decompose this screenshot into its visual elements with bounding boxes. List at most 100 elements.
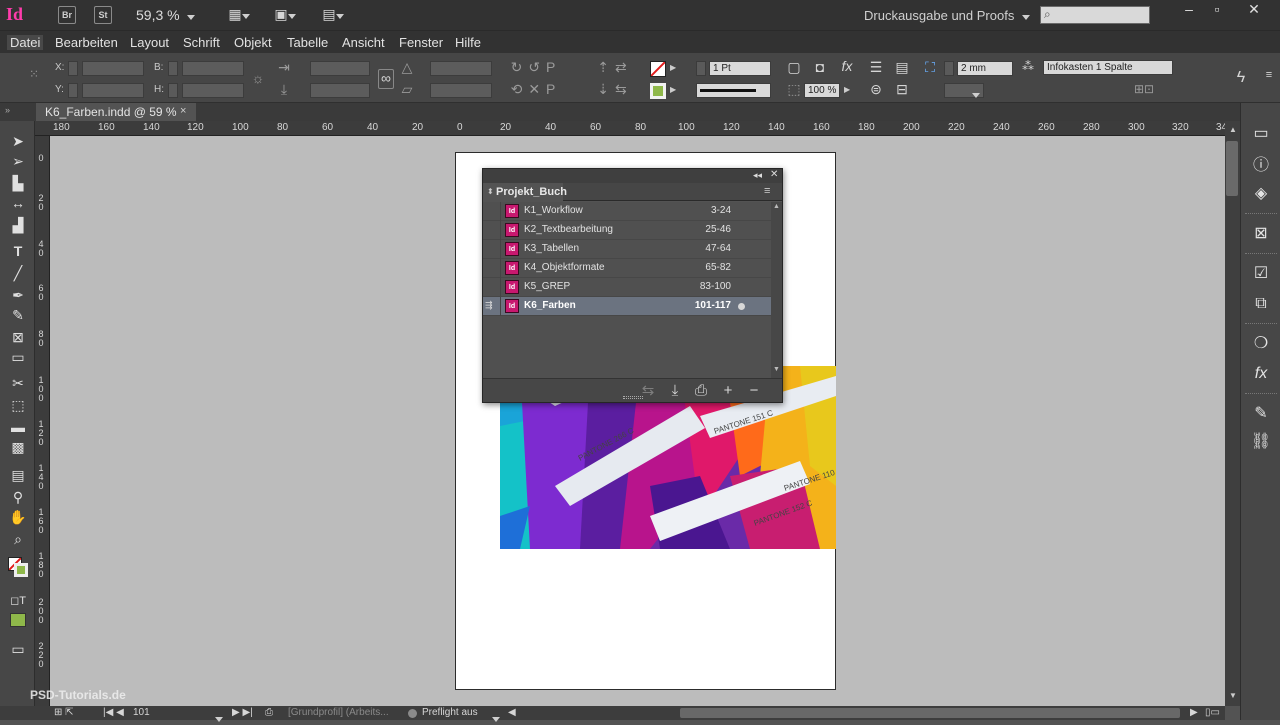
align-top-icon[interactable]: ⊜ (868, 81, 884, 98)
chevron-down-icon[interactable] (215, 711, 223, 725)
width-field[interactable] (182, 61, 244, 76)
sync-source-indicator[interactable] (483, 202, 501, 221)
scale-x-field[interactable] (310, 61, 370, 76)
align-bottom-icon[interactable]: ⊟ (894, 81, 910, 98)
offset-spinner[interactable] (944, 61, 954, 76)
minimize-button[interactable]: – (1175, 2, 1203, 18)
selection-tool-icon[interactable]: ➤ (5, 131, 31, 151)
view-toggle-icon[interactable]: ▯▭ (1205, 707, 1220, 718)
menu-datei[interactable]: Datei (7, 35, 44, 50)
book-row-k6-farben[interactable]: ⇶ Id K6_Farben 101-117 (483, 297, 771, 316)
stroke-swatch[interactable] (14, 563, 28, 577)
page-options-icon[interactable]: ⎙ (265, 707, 273, 718)
preflight-status[interactable]: Preflight aus (422, 707, 478, 718)
content-collector-icon[interactable]: ▟ (5, 215, 31, 235)
menu-layout[interactable]: Layout (130, 35, 169, 50)
pen-tool-icon[interactable]: ✒ (5, 285, 31, 305)
offset-field[interactable]: 2 mm (957, 61, 1013, 76)
scissors-tool-icon[interactable]: ✂ (5, 373, 31, 393)
y-field[interactable] (82, 83, 144, 98)
screen-mode-tool-icon[interactable]: ▭ (5, 639, 31, 659)
sync-source-indicator[interactable] (483, 259, 501, 278)
stock-button[interactable]: St (94, 6, 112, 24)
menu-objekt[interactable]: Objekt (234, 35, 272, 50)
add-document-icon[interactable]: + (719, 382, 737, 400)
apply-color-icon[interactable] (10, 613, 26, 627)
status-icons[interactable]: ⊞ ⇱ (54, 707, 74, 718)
menu-fenster[interactable]: Fenster (399, 35, 443, 50)
fit-frame-icon[interactable]: ⛶ (922, 59, 938, 76)
formatting-container-icon[interactable]: ◻T (5, 591, 31, 611)
type-tool-icon[interactable]: T (5, 241, 31, 261)
constrain-icon[interactable]: ☼ (250, 70, 266, 86)
fill-menu-arrow[interactable]: ▶ (670, 63, 680, 75)
scroll-down-icon[interactable]: ▼ (1229, 691, 1237, 700)
direct-selection-tool-icon[interactable]: ➢ (5, 151, 31, 171)
remove-document-icon[interactable]: − (745, 382, 763, 400)
effects-panel-icon[interactable]: fx (1250, 363, 1272, 385)
book-row-k5-grep[interactable]: Id K5_GREP 83-100 (483, 278, 771, 297)
opacity-arrow[interactable]: ▶ (844, 85, 850, 94)
save-book-icon[interactable]: ⤓ (666, 382, 684, 400)
stroke-menu-arrow[interactable]: ▶ (670, 85, 680, 97)
menu-tabelle[interactable]: Tabelle (287, 35, 328, 50)
height-field[interactable] (182, 83, 244, 98)
opacity-field[interactable]: 100 % (804, 83, 840, 98)
panel-menu-icon[interactable]: ≡ (1262, 69, 1276, 81)
scroll-left-icon[interactable]: ◀ (508, 707, 516, 718)
width-spinner[interactable] (168, 61, 178, 76)
chevron-down-icon[interactable] (492, 711, 500, 725)
document-tab[interactable]: K6_Farben.indd @ 59 % (36, 103, 196, 121)
shadow-icon[interactable]: ◘ (812, 59, 828, 75)
view-options-icon[interactable]: ▦ (224, 6, 254, 23)
link-proportions-icon[interactable]: ∞ (378, 69, 394, 89)
links-panel-icon[interactable]: ⊠ (1250, 223, 1272, 245)
panel-menu-icon[interactable]: ≡ (764, 185, 770, 197)
zoom-level[interactable]: 59,3 % (136, 7, 196, 23)
stroke-weight-spinner[interactable] (696, 61, 706, 76)
next-page-button[interactable]: ▶ ▶| (232, 707, 253, 718)
select-content-icon[interactable]: ⇣⇆ (590, 81, 640, 98)
sync-source-indicator[interactable] (483, 278, 501, 297)
book-row-k3-tabellen[interactable]: Id K3_Tabellen 47-64 (483, 240, 771, 259)
height-spinner[interactable] (168, 83, 178, 98)
screen-mode-icon[interactable]: ▣ (270, 6, 300, 23)
sync-source-indicator[interactable] (483, 240, 501, 259)
rectangle-frame-tool-icon[interactable]: ⊠ (5, 327, 31, 347)
page-tool-icon[interactable]: ▙ (5, 173, 31, 193)
scroll-down-icon[interactable]: ▼ (773, 366, 780, 373)
gap-tool-icon[interactable]: ↔ (5, 193, 31, 213)
scroll-up-icon[interactable]: ▲ (1229, 125, 1237, 134)
sync-source-indicator[interactable]: ⇶ (483, 297, 501, 316)
panel-header[interactable]: ◂◂ ✕ (483, 169, 782, 183)
scroll-thumb[interactable] (1226, 141, 1238, 196)
scroll-right-icon[interactable]: ▶ (1190, 707, 1198, 718)
page-number-field[interactable]: 101 (133, 707, 150, 718)
book-row-k2-textbearbeitung[interactable]: Id K2_Textbearbeitung 25-46 (483, 221, 771, 240)
object-style-select[interactable]: Infokasten 1 Spalte (1043, 60, 1173, 75)
close-panel-icon[interactable]: ✕ (770, 169, 778, 180)
menu-ansicht[interactable]: Ansicht (342, 35, 385, 50)
zoom-tool-icon[interactable]: ⌕ (5, 529, 31, 549)
select-container-icon[interactable]: ⇡⇄ (590, 59, 640, 76)
menu-bearbeiten[interactable]: Bearbeiten (55, 35, 118, 50)
sync-source-indicator[interactable] (483, 221, 501, 240)
arrange-documents-icon[interactable]: ▤ (318, 6, 348, 23)
rotate-buttons-icon[interactable]: ↻↺P (506, 59, 566, 76)
fill-none-swatch[interactable] (650, 61, 666, 77)
maximize-button[interactable]: ▫ (1203, 2, 1231, 18)
scroll-up-icon[interactable]: ▲ (773, 203, 780, 210)
text-wrap-box-icon[interactable]: ▤ (894, 59, 910, 76)
rotate-field[interactable] (430, 61, 492, 76)
shear-field[interactable] (430, 83, 492, 98)
stroke-weight-field[interactable]: 1 Pt (709, 61, 771, 76)
rectangle-tool-icon[interactable]: ▭ (5, 347, 31, 367)
flip-buttons-icon[interactable]: ⟲✕P (506, 81, 566, 98)
first-page-button[interactable]: |◀ ◀ (103, 707, 124, 718)
search-input[interactable]: ⌕ (1040, 6, 1150, 24)
resize-grip[interactable] (623, 396, 643, 399)
stroke-type-select[interactable] (696, 83, 771, 98)
preflight-profile[interactable]: [Grundprofil] (Arbeits... (288, 707, 389, 718)
close-icon[interactable]: × (180, 105, 186, 117)
panel-scrollbar[interactable]: ▲ ▼ (771, 202, 782, 378)
